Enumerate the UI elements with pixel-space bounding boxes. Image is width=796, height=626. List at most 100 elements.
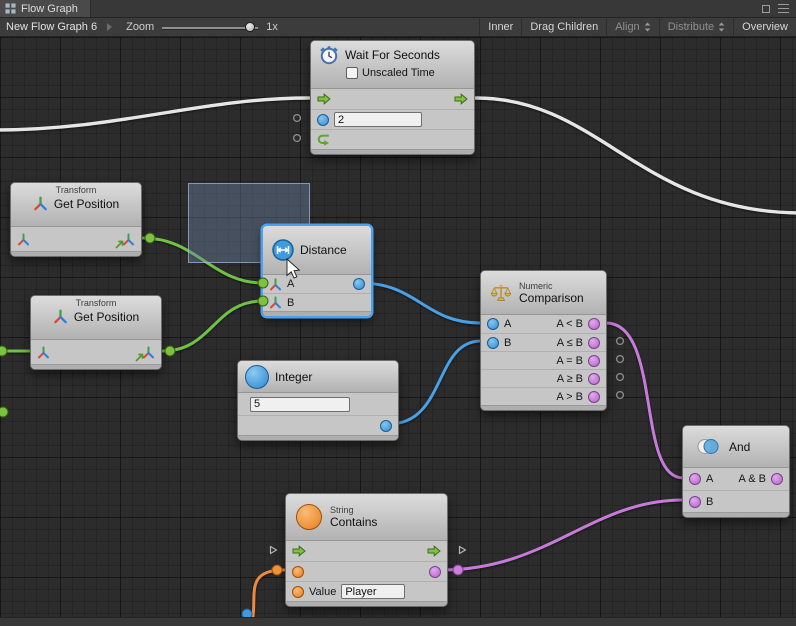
node-title: Integer: [275, 370, 312, 384]
unscaled-time-checkbox[interactable]: [346, 67, 358, 79]
dropdown-arrows-icon: [644, 22, 651, 32]
vector-input-b-icon[interactable]: [269, 296, 282, 309]
output-lt-label: A < B: [556, 318, 583, 330]
node-title: Comparison: [519, 291, 584, 305]
distribute-dropdown[interactable]: Distribute: [659, 18, 733, 36]
toolbar: New Flow Graph 6 Zoom 1x Inner Drag Chil…: [0, 18, 796, 37]
venn-icon: [695, 438, 721, 455]
menu-icon[interactable]: [778, 4, 789, 13]
node-subtitle: Transform: [31, 296, 161, 309]
node-integer[interactable]: Integer: [237, 360, 399, 441]
node-footer: [238, 435, 398, 440]
distribute-label: Distribute: [668, 21, 714, 33]
comparison-input-b-port[interactable]: [487, 337, 499, 349]
align-dropdown[interactable]: Align: [606, 18, 658, 36]
node-footer: [31, 364, 161, 369]
input-b-label: B: [706, 496, 713, 508]
scales-icon: [491, 284, 511, 302]
node-title: Get Position: [74, 310, 139, 324]
zoom-value: 1x: [266, 21, 278, 33]
integer-icon: [245, 365, 269, 389]
node-footer: [683, 512, 789, 517]
and-input-b-port[interactable]: [689, 496, 701, 508]
comparison-output-ge-port[interactable]: [588, 373, 600, 385]
node-footer: [11, 251, 141, 256]
position-output-port[interactable]: [122, 233, 135, 246]
tab-title: Flow Graph: [21, 3, 78, 15]
output-ge-label: A ≥ B: [557, 373, 583, 385]
and-output-port[interactable]: [771, 473, 783, 485]
node-subtitle: String: [330, 505, 377, 515]
output-eq-label: A = B: [556, 355, 583, 367]
wire-flow-out: [476, 98, 796, 213]
output-label: A & B: [738, 473, 766, 485]
and-input-a-port[interactable]: [689, 473, 701, 485]
wire-flow-in: [0, 98, 309, 130]
integer-input[interactable]: [250, 397, 350, 412]
node-wait-for-seconds[interactable]: Wait For Seconds Unscaled Time: [310, 40, 475, 155]
node-footer: [481, 405, 606, 410]
breadcrumb[interactable]: New Flow Graph 6: [0, 21, 103, 33]
node-get-position-bottom[interactable]: Transform Get Position: [30, 295, 162, 370]
wire-integer-to-comparison: [389, 341, 481, 424]
wire-contains-to-and: [442, 500, 683, 570]
wire-distance-to-comparison: [360, 283, 481, 323]
window-options-icon[interactable]: [762, 5, 770, 13]
zoom-slider-knob[interactable]: [245, 22, 255, 32]
titlebar: Flow Graph: [0, 0, 796, 18]
value-label: Value: [309, 586, 336, 598]
node-get-position-top[interactable]: Transform Get Position: [10, 182, 142, 257]
transform-axes-icon: [53, 309, 68, 324]
vector-input-a-icon[interactable]: [269, 278, 282, 291]
comparison-output-eq-port[interactable]: [588, 355, 600, 367]
loop-arrow-icon[interactable]: [317, 133, 331, 146]
comparison-output-le-port[interactable]: [588, 337, 600, 349]
drag-children-button[interactable]: Drag Children: [521, 18, 606, 36]
transform-input-port[interactable]: [17, 233, 30, 246]
wire-string-in: [252, 570, 284, 617]
integer-output-port[interactable]: [380, 420, 392, 432]
overview-button[interactable]: Overview: [733, 18, 796, 36]
distance-output-port[interactable]: [353, 278, 365, 290]
inner-button[interactable]: Inner: [479, 18, 521, 36]
node-string-contains[interactable]: String Contains Value: [285, 493, 448, 607]
node-subtitle: Transform: [11, 183, 141, 196]
transform-axes-icon: [33, 196, 48, 211]
node-distance[interactable]: Distance A B: [262, 225, 372, 317]
node-numeric-comparison[interactable]: Numeric Comparison A A < B B A ≤ B: [480, 270, 607, 411]
zoom-slider[interactable]: [162, 18, 258, 36]
target-string-port[interactable]: [292, 566, 304, 578]
seconds-port[interactable]: [317, 114, 329, 126]
node-title: And: [729, 440, 750, 454]
transform-input-port[interactable]: [37, 346, 50, 359]
output-gt-label: A > B: [556, 391, 583, 403]
flow-output-port[interactable]: [454, 93, 468, 105]
value-input[interactable]: [341, 584, 405, 599]
checkbox-label: Unscaled Time: [362, 67, 435, 79]
flow-output-port[interactable]: [427, 545, 441, 557]
tab-flow-graph[interactable]: Flow Graph: [0, 0, 91, 17]
distance-icon: [272, 239, 294, 261]
wire-lt-to-and: [606, 323, 683, 478]
seconds-input[interactable]: [334, 112, 422, 127]
comparison-output-lt-port[interactable]: [588, 318, 600, 330]
align-label: Align: [615, 21, 639, 33]
node-title: Wait For Seconds: [345, 48, 440, 62]
get-arrow-icon: [115, 239, 125, 249]
node-footer: [263, 311, 371, 316]
node-and[interactable]: And A A & B B: [682, 425, 790, 518]
input-b-label: B: [287, 297, 294, 309]
node-title: Distance: [300, 243, 347, 257]
graph-canvas[interactable]: Wait For Seconds Unscaled Time: [0, 37, 796, 617]
string-icon: [296, 504, 322, 530]
flow-input-port[interactable]: [292, 545, 306, 557]
value-port[interactable]: [292, 586, 304, 598]
flow-input-port[interactable]: [317, 93, 331, 105]
comparison-input-a-port[interactable]: [487, 318, 499, 330]
node-title: Contains: [330, 515, 377, 529]
node-footer: [311, 149, 474, 154]
node-subtitle: Numeric: [519, 281, 584, 291]
position-output-port[interactable]: [142, 346, 155, 359]
contains-result-port[interactable]: [429, 566, 441, 578]
comparison-output-gt-port[interactable]: [588, 391, 600, 403]
